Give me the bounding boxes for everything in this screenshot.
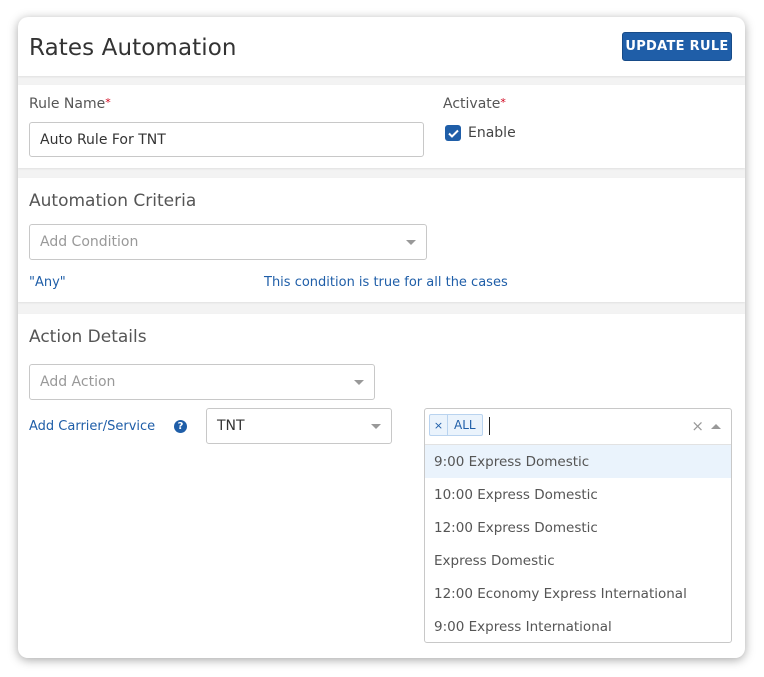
rule-name-input[interactable]: Auto Rule For TNT <box>29 122 424 157</box>
service-option[interactable]: 9:00 Express Domestic <box>425 445 731 478</box>
rule-name-label-text: Rule Name <box>29 96 106 112</box>
required-mark: * <box>105 96 111 109</box>
add-carrier-service-link[interactable]: Add Carrier/Service <box>29 419 155 434</box>
service-options-list: 9:00 Express Domestic 10:00 Express Dome… <box>425 445 731 643</box>
service-option[interactable]: 10:00 Express Domestic <box>425 478 731 511</box>
chevron-down-icon <box>354 380 364 385</box>
tag-label: ALL <box>454 418 476 432</box>
enable-label: Enable <box>468 125 516 141</box>
add-condition-placeholder: Add Condition <box>40 234 139 250</box>
chevron-down-icon <box>371 424 381 429</box>
rule-details-section: Rule Name* Auto Rule For TNT Activate* E… <box>18 85 745 168</box>
carrier-select[interactable]: TNT <box>206 408 392 444</box>
service-option[interactable]: 9:00 Express International <box>425 610 731 643</box>
enable-checkbox[interactable] <box>445 125 461 141</box>
condition-description: This condition is true for all the cases <box>264 275 508 290</box>
activate-label-text: Activate <box>443 96 501 112</box>
add-action-select[interactable]: Add Action <box>29 364 375 400</box>
carrier-select-value: TNT <box>217 418 245 434</box>
page-title: Rates Automation <box>29 35 237 61</box>
check-icon <box>447 129 459 138</box>
service-multiselect-input[interactable]: × ALL × <box>425 409 731 445</box>
rule-name-label: Rule Name* <box>29 96 111 112</box>
selected-tag-all: × ALL <box>429 414 483 436</box>
rule-name-value: Auto Rule For TNT <box>40 131 166 148</box>
text-cursor <box>489 417 490 435</box>
condition-name[interactable]: "Any" <box>29 275 66 290</box>
chevron-up-icon[interactable] <box>711 424 721 429</box>
action-details-title: Action Details <box>29 327 147 347</box>
remove-tag-icon[interactable]: × <box>430 415 448 435</box>
clear-icon[interactable]: × <box>691 417 704 435</box>
header-panel: Rates Automation UPDATE RULE <box>18 17 745 76</box>
service-option[interactable]: 12:00 Express Domestic <box>425 511 731 544</box>
service-multiselect[interactable]: × ALL × 9:00 Express Domestic 10:00 Expr… <box>424 408 732 643</box>
service-option[interactable]: Express Domestic <box>425 544 731 577</box>
add-action-placeholder: Add Action <box>40 374 116 390</box>
help-icon[interactable]: ? <box>174 420 187 433</box>
add-condition-select[interactable]: Add Condition <box>29 224 427 260</box>
update-rule-button[interactable]: UPDATE RULE <box>622 32 732 61</box>
activate-label: Activate* <box>443 96 506 112</box>
service-option[interactable]: 12:00 Economy Express International <box>425 577 731 610</box>
required-mark: * <box>500 96 506 109</box>
chevron-down-icon <box>406 240 416 245</box>
automation-criteria-section: Automation Criteria Add Condition "Any" … <box>18 178 745 302</box>
rates-automation-card: Rates Automation UPDATE RULE Rule Name* … <box>18 17 745 658</box>
automation-criteria-title: Automation Criteria <box>29 191 197 211</box>
